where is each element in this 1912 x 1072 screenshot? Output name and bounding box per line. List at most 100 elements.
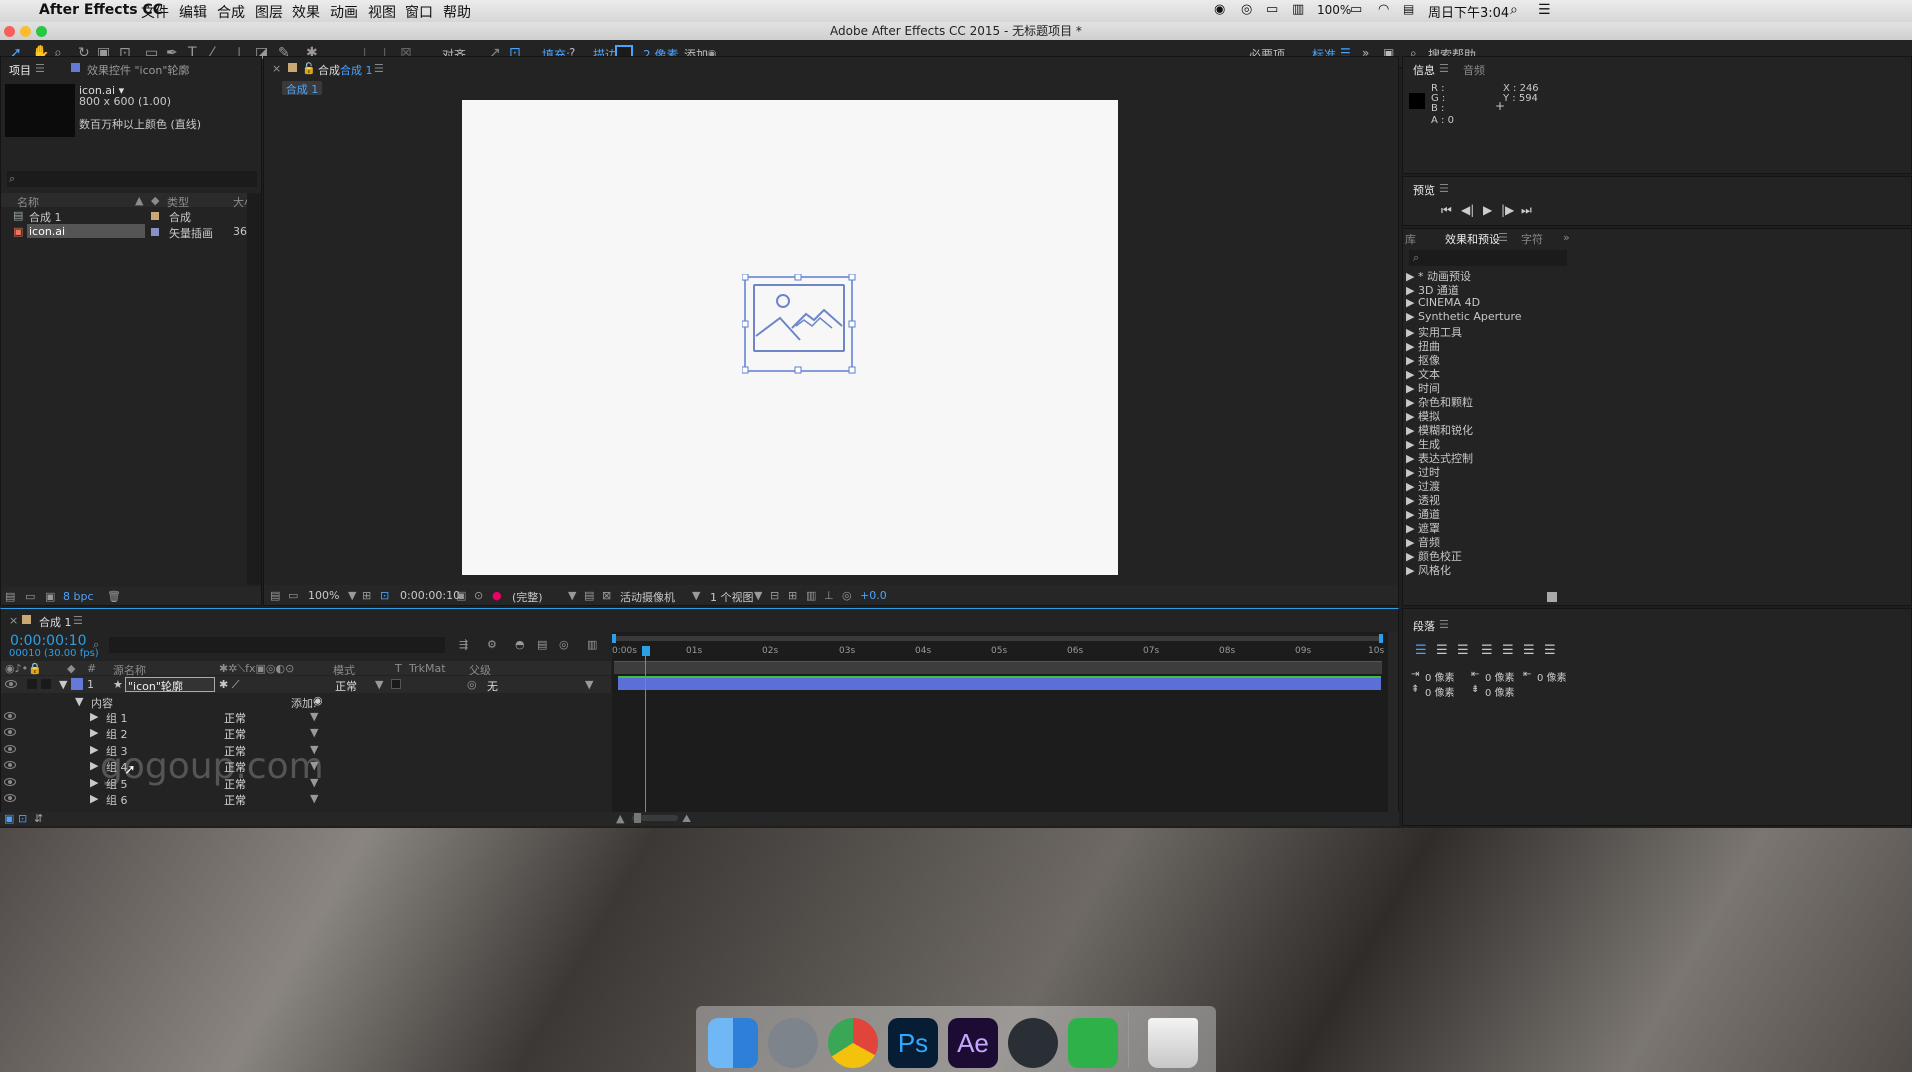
exposure-value[interactable]: +0.0 <box>860 589 887 602</box>
expand-group-icon[interactable]: ▶ <box>90 743 98 756</box>
camera-select[interactable]: 活动摄像机 <box>620 589 675 605</box>
preview-title[interactable]: 预览 <box>1413 182 1435 198</box>
layer-mode-select[interactable]: 正常 <box>335 678 357 694</box>
tab-character[interactable]: 字符 <box>1521 231 1543 247</box>
project-row-name[interactable]: icon.ai <box>29 225 65 238</box>
channel-icon[interactable]: ● <box>492 589 502 602</box>
sort-icon[interactable]: ▲ <box>135 194 143 207</box>
close-window-button[interactable] <box>4 26 15 37</box>
effects-menu-icon[interactable]: ☰ <box>1498 231 1508 244</box>
transform-handle[interactable] <box>742 320 749 328</box>
transform-handle[interactable] <box>742 274 749 281</box>
project-menu-icon[interactable]: ☰ <box>35 62 45 75</box>
justify-left-icon[interactable]: ☰ <box>1481 643 1493 658</box>
comp-tab-label[interactable]: 合成 <box>318 62 340 78</box>
menu-window[interactable]: 窗口 <box>405 2 433 22</box>
group-mode-dropdown-icon[interactable]: ▼ <box>310 726 318 739</box>
group-mode-select[interactable]: 正常 <box>224 710 246 726</box>
audio-switch[interactable] <box>27 679 37 689</box>
zoom-window-button[interactable] <box>36 26 47 37</box>
views-dropdown-icon[interactable]: ▼ <box>754 589 762 602</box>
transform-handle[interactable] <box>848 366 856 374</box>
photoshop-icon[interactable]: Ps <box>888 1018 938 1068</box>
add-shape-icon[interactable]: ◉ <box>313 694 323 707</box>
previous-frame-icon[interactable]: ◀| <box>1461 203 1474 217</box>
memory-icon[interactable]: ▥ <box>1292 2 1304 17</box>
delete-icon[interactable]: 🗑 <box>107 590 121 603</box>
reset-exposure-icon[interactable]: ◎ <box>842 589 852 602</box>
label-col-icon[interactable]: ◆ <box>151 194 159 207</box>
parent-select[interactable]: 无 <box>487 678 498 694</box>
transform-handle[interactable] <box>848 274 856 281</box>
timeline-scrollbar[interactable] <box>1388 632 1398 812</box>
effects-category[interactable]: ▶ Synthetic Aperture <box>1406 310 1522 323</box>
col-name[interactable]: 名称 <box>17 194 39 210</box>
menu-effect[interactable]: 效果 <box>292 2 320 22</box>
tab-audio[interactable]: 音频 <box>1463 62 1485 78</box>
project-search-input[interactable] <box>7 171 257 187</box>
effects-category[interactable]: ▶ CINEMA 4D <box>1406 296 1480 309</box>
comp-flowchart-icon[interactable]: ▥ <box>806 589 816 602</box>
first-frame-icon[interactable]: ⏮ <box>1441 203 1452 218</box>
toggle-duration-icon[interactable]: ⇵ <box>34 812 43 825</box>
project-scrollbar[interactable] <box>247 193 261 585</box>
preview-menu-icon[interactable]: ☰ <box>1439 182 1449 195</box>
menu-layer[interactable]: 图层 <box>255 2 283 22</box>
eye-icon[interactable] <box>4 778 16 786</box>
expand-contents-icon[interactable]: ▼ <box>75 695 83 708</box>
image-placeholder-icon[interactable] <box>742 274 856 374</box>
fast-previews-icon[interactable]: ▤ <box>584 589 594 602</box>
region-of-interest-icon[interactable]: ⊡ <box>380 589 389 602</box>
last-frame-icon[interactable]: ⏭ <box>1521 203 1532 218</box>
project-row-name[interactable]: 合成 1 <box>29 209 62 225</box>
snapshot-icon[interactable]: ▣ <box>456 589 466 602</box>
layer-label-swatch[interactable] <box>71 678 83 690</box>
transform-handle[interactable] <box>848 320 856 328</box>
expand-group-icon[interactable]: ▶ <box>90 792 98 805</box>
more-panels-icon[interactable]: » <box>1563 231 1570 244</box>
col-number[interactable]: # <box>87 662 96 675</box>
transform-handle[interactable] <box>794 366 802 374</box>
group-mode-dropdown-icon[interactable]: ▼ <box>310 710 318 723</box>
flag-icon[interactable]: ▤ <box>1403 2 1414 16</box>
eye-icon[interactable] <box>4 712 16 720</box>
airplay-icon[interactable]: ▭ <box>1266 2 1278 17</box>
group-mode-select[interactable]: 正常 <box>224 726 246 742</box>
zoom-dropdown-icon[interactable]: ▼ <box>348 589 356 602</box>
switches-icons[interactable]: ✱✲⟍fx▣◎◐⊙ <box>219 662 294 676</box>
next-frame-icon[interactable]: |▶ <box>1501 203 1514 217</box>
menu-view[interactable]: 视图 <box>368 2 396 22</box>
notification-icon[interactable]: ☰ <box>1538 2 1551 18</box>
bpc-button[interactable]: 8 bpc <box>63 590 94 603</box>
solo-switch[interactable] <box>41 679 51 689</box>
tab-info[interactable]: 信息 <box>1413 62 1435 78</box>
timeline-icon[interactable]: ⊞ <box>788 589 797 602</box>
col-t[interactable]: T <box>395 662 402 675</box>
expand-group-icon[interactable]: ▶ <box>90 710 98 723</box>
tab-library[interactable]: 库 <box>1405 231 1416 247</box>
comp-mini-flowchart-icon[interactable]: ⇶ <box>459 638 468 651</box>
after-effects-icon[interactable]: Ae <box>948 1018 998 1068</box>
close-timeline-icon[interactable]: × <box>9 614 18 627</box>
timeline-timecode[interactable]: 0:00:00:10 <box>10 633 87 649</box>
layer-duration-bar[interactable] <box>618 676 1381 690</box>
row-label-swatch[interactable] <box>151 228 159 236</box>
indent-left-value[interactable]: 0 像素 <box>1425 669 1455 684</box>
toggle-switches-icon[interactable]: ▣ <box>4 812 14 825</box>
new-composition-icon[interactable]: ▣ <box>45 590 55 603</box>
justify-center-icon[interactable]: ☰ <box>1502 643 1514 658</box>
menu-help[interactable]: 帮助 <box>443 2 471 22</box>
group-mode-dropdown-icon[interactable]: ▼ <box>310 792 318 805</box>
label-col-icon[interactable]: ◆ <box>67 662 75 675</box>
menu-composition[interactable]: 合成 <box>217 2 245 22</box>
comp-tab-name[interactable]: 合成 1 <box>340 62 373 78</box>
av-features-icon[interactable]: ◉♪•🔒 <box>5 662 42 675</box>
chrome-icon[interactable] <box>828 1018 878 1068</box>
shy-icon[interactable]: ◓ <box>515 638 525 651</box>
indent-right-value[interactable]: 0 像素 <box>1537 669 1567 684</box>
zoom-in-icon[interactable]: ⛰ <box>682 812 691 826</box>
toggle-pixel-aspect-icon[interactable]: ⊟ <box>770 589 779 602</box>
pickwhip-icon[interactable]: ◎ <box>467 678 477 691</box>
resolution-select[interactable]: (完整) <box>512 589 543 605</box>
always-preview-icon[interactable]: ▤ <box>270 589 280 602</box>
